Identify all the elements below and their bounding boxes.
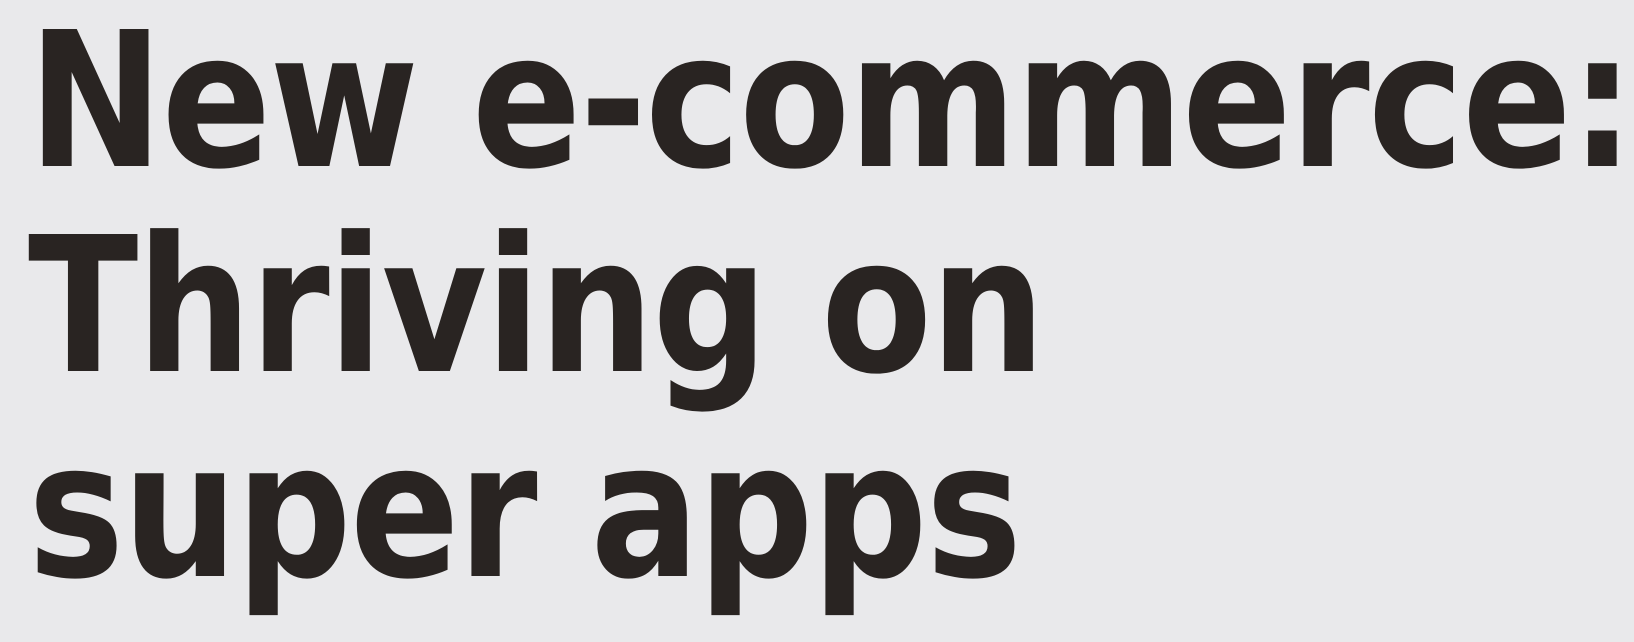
headline: New e-commerce: Thriving on super apps — [0, 0, 1634, 642]
headline-line-2: Thriving on — [28, 197, 1045, 416]
headline-line-3: super apps — [28, 402, 1022, 621]
headline-line-1: New e-commerce: — [28, 0, 1634, 211]
